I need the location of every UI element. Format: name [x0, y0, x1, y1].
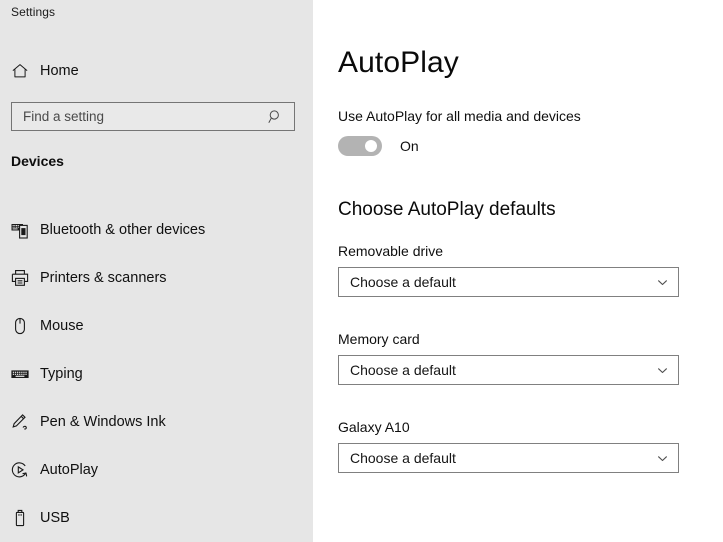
printer-icon [0, 268, 40, 288]
field-memory-card: Memory card Choose a default [338, 331, 680, 385]
field-label: Memory card [338, 331, 420, 347]
removable-drive-dropdown[interactable]: Choose a default [338, 267, 679, 297]
search-icon[interactable] [262, 109, 294, 124]
sidebar-item-usb[interactable]: USB [0, 494, 313, 542]
toggle-knob [365, 140, 377, 152]
main-content: AutoPlay Use AutoPlay for all media and … [313, 0, 723, 542]
sidebar-item-label: Printers & scanners [40, 270, 167, 286]
sidebar-item-home[interactable]: Home [0, 56, 313, 86]
app-title: Settings [11, 5, 56, 19]
autoplay-icon [0, 460, 40, 480]
sidebar-item-mouse[interactable]: Mouse [0, 302, 313, 350]
dropdown-value: Choose a default [350, 450, 456, 466]
home-icon [0, 62, 40, 80]
keyboard-icon [0, 364, 40, 384]
sidebar-item-typing[interactable]: Typing [0, 350, 313, 398]
field-removable-drive: Removable drive Choose a default [338, 243, 680, 297]
sidebar-item-label: Bluetooth & other devices [40, 222, 206, 238]
field-label: Removable drive [338, 243, 444, 259]
dropdown-value: Choose a default [350, 362, 456, 378]
autoplay-toggle-caption: Use AutoPlay for all media and devices [338, 108, 581, 124]
sidebar-item-label: Pen & Windows Ink [40, 414, 166, 430]
sidebar-item-label: USB [40, 510, 70, 526]
subsection-title: Choose AutoPlay defaults [338, 199, 556, 220]
sidebar-item-label: Typing [40, 366, 83, 382]
autoplay-toggle[interactable] [338, 136, 382, 156]
pen-icon [0, 412, 40, 432]
sidebar-item-autoplay[interactable]: AutoPlay [0, 446, 313, 494]
search-box[interactable] [11, 102, 295, 131]
sidebar-item-printers-scanners[interactable]: Printers & scanners [0, 254, 313, 302]
dropdown-value: Choose a default [350, 274, 456, 290]
search-input[interactable] [12, 103, 262, 130]
mouse-icon [0, 316, 40, 336]
field-label: Galaxy A10 [338, 419, 410, 435]
settings-window: Settings Home Devices [0, 0, 723, 542]
autoplay-toggle-state: On [400, 138, 419, 154]
sidebar-section-title: Devices [11, 153, 64, 169]
field-galaxy-a10: Galaxy A10 Choose a default [338, 419, 680, 473]
usb-icon [0, 508, 40, 528]
galaxy-a10-dropdown[interactable]: Choose a default [338, 443, 679, 473]
memory-card-dropdown[interactable]: Choose a default [338, 355, 679, 385]
sidebar: Settings Home Devices [0, 0, 313, 542]
sidebar-item-pen-windows-ink[interactable]: Pen & Windows Ink [0, 398, 313, 446]
page-title: AutoPlay [338, 46, 459, 79]
chevron-down-icon[interactable] [646, 276, 678, 289]
sidebar-item-bluetooth-other-devices[interactable]: Bluetooth & other devices [0, 206, 313, 254]
sidebar-nav-list: Bluetooth & other devices Printers & sca… [0, 206, 313, 542]
chevron-down-icon[interactable] [646, 364, 678, 377]
chevron-down-icon[interactable] [646, 452, 678, 465]
bluetooth-devices-icon [0, 220, 40, 240]
autoplay-toggle-row: On [338, 136, 419, 156]
sidebar-item-label: Mouse [40, 318, 84, 334]
sidebar-item-home-label: Home [40, 63, 79, 79]
sidebar-item-label: AutoPlay [40, 462, 99, 478]
